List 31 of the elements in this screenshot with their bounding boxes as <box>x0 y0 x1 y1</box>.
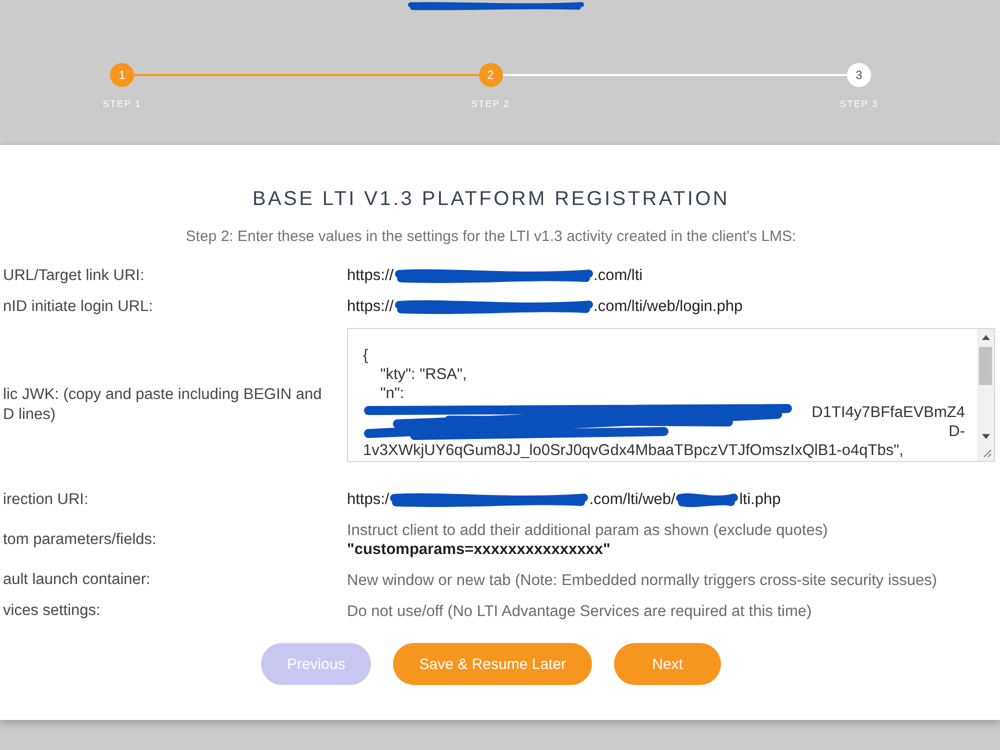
url-text: https:/ <box>347 490 390 510</box>
field-label: vices settings: <box>3 601 102 621</box>
url-text: .com/lti/web/login.php <box>594 297 743 317</box>
url-text: https:// <box>347 297 394 317</box>
url-text: https:// <box>347 266 394 286</box>
step-circle: 3 <box>847 63 871 87</box>
field-label: lic JWK: (copy and paste including BEGIN and <box>3 385 323 405</box>
step-circle: 1 <box>110 63 134 87</box>
form-title: BASE LTI V1.3 PLATFORM REGISTRATION <box>251 187 731 211</box>
url-text: .com/lti/web/ <box>589 490 676 510</box>
resize-grip-icon[interactable] <box>983 449 992 458</box>
field-label: nID initiate login URL: <box>3 297 154 317</box>
instruction-text: Step 2: Enter these values in the settings for the LTI v1.3 activity created in the client's LMS: <box>184 227 798 247</box>
url-text: .com/lti <box>594 266 643 286</box>
field-label: tom parameters/fields: <box>3 530 158 550</box>
field-label: URL/Target link URI: <box>3 266 146 286</box>
note-text: Instruct client to add their additional param as shown (exclude quotes) <box>347 521 829 540</box>
field-label: D lines) <box>3 405 57 425</box>
jwk-textarea[interactable]: { "kty": "RSA", "n": D1TI4y7BFfaEVBmZ4 D- 1v3XWkjUY6qGum8JJ_lo0SrJ0qvGdx4MbaaTBpczVTJfOmszIxQlB1-o4qTbs", <box>347 328 995 462</box>
scroll-up-icon[interactable] <box>982 335 990 340</box>
scroll-down-icon[interactable] <box>982 434 990 439</box>
url-text: lti.php <box>739 490 781 510</box>
note-text: New window or new tab (Note: Embedded normally triggers cross-site security issues) <box>347 570 938 590</box>
nav-button[interactable]: Save & Resume Later <box>393 643 592 685</box>
field-label: ault launch container: <box>3 570 152 590</box>
scrollbar-thumb[interactable] <box>979 347 992 385</box>
step-circle: 2 <box>478 63 502 87</box>
note-text: Do not use/off (No LTI Advantage Services are required at this time) <box>347 602 813 620</box>
field-label: irection URI: <box>3 490 90 510</box>
nav-button[interactable]: Next <box>614 643 722 685</box>
param-example-text: "customparams=xxxxxxxxxxxxxxx" <box>347 540 612 559</box>
